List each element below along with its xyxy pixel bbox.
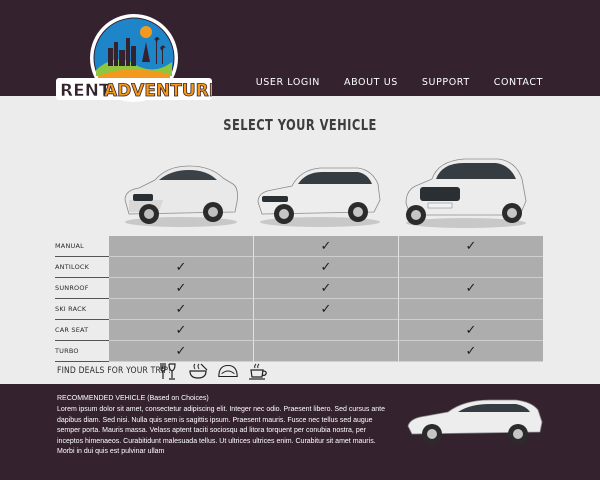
feature-cell[interactable] xyxy=(399,257,543,278)
table-row: SKI RACK ✓ ✓ xyxy=(55,299,544,320)
feature-cell[interactable]: ✓ xyxy=(109,341,254,362)
feature-label: SKI RACK xyxy=(55,299,109,320)
feature-cell[interactable] xyxy=(254,341,399,362)
feature-cell[interactable]: ✓ xyxy=(399,341,543,362)
feature-cell[interactable]: ✓ xyxy=(254,257,399,278)
feature-cell[interactable] xyxy=(399,299,543,320)
feature-cell[interactable]: ✓ xyxy=(254,236,399,257)
table-row: SUNROOF ✓ ✓ ✓ xyxy=(55,278,544,299)
feature-label: CAR SEAT xyxy=(55,320,109,341)
feature-cell[interactable] xyxy=(254,320,399,341)
vehicle-option-1[interactable] xyxy=(119,156,241,230)
feature-cell[interactable] xyxy=(109,236,254,257)
svg-text:ADVENTURE: ADVENTURE xyxy=(104,81,212,101)
table-row: MANUAL ✓ ✓ xyxy=(55,236,544,257)
soup-bowl-icon[interactable] xyxy=(187,362,209,380)
page-title: SELECT YOUR VEHICLE xyxy=(223,116,377,134)
feature-cell[interactable]: ✓ xyxy=(109,278,254,299)
feature-label: SUNROOF xyxy=(55,278,109,299)
table-row: TURBO ✓ ✓ xyxy=(55,341,544,362)
feature-cell[interactable]: ✓ xyxy=(254,299,399,320)
deals-label: FIND DEALS FOR YOUR TRIP! xyxy=(57,366,172,376)
table-row: ANTILOCK BRAKES ✓ ✓ xyxy=(55,257,544,292)
nav-support[interactable]: SUPPORT xyxy=(422,77,470,88)
feature-comparison-table: MANUAL ✓ ✓ ANTILOCK BRAKES ✓ ✓ SUNROOF ✓… xyxy=(55,236,544,362)
feature-cell[interactable]: ✓ xyxy=(399,278,543,299)
nav-contact[interactable]: CONTACT xyxy=(494,77,543,88)
nav-user-login[interactable]: USER LOGIN xyxy=(256,77,320,88)
main-nav: USER LOGIN ABOUT US SUPPORT CONTACT xyxy=(256,77,543,88)
feature-cell[interactable]: ✓ xyxy=(399,236,543,257)
feature-cell[interactable]: ✓ xyxy=(254,278,399,299)
taco-icon[interactable] xyxy=(217,362,239,380)
feature-label: MANUAL xyxy=(55,236,109,257)
trip-deals: FIND DEALS FOR YOUR TRIP! xyxy=(57,362,269,380)
recommended-description: Lorem ipsum dolor sit amet, consectetur … xyxy=(57,406,386,455)
feature-label: ANTILOCK BRAKES xyxy=(55,257,109,292)
table-row: CAR SEAT ✓ ✓ xyxy=(55,320,544,341)
feature-cell[interactable]: ✓ xyxy=(109,320,254,341)
recommended-title: RECOMMENDED VEHICLE (Based on Choices) xyxy=(57,395,209,402)
coffee-cup-icon[interactable] xyxy=(247,362,269,380)
rent-adventure-logo[interactable]: RENT ADVENTURE xyxy=(56,12,212,104)
feature-cell[interactable]: ✓ xyxy=(109,257,254,278)
feature-cell[interactable]: ✓ xyxy=(399,320,543,341)
vehicle-option-2[interactable] xyxy=(254,156,384,230)
feature-cell[interactable]: ✓ xyxy=(109,299,254,320)
feature-label: TURBO xyxy=(55,341,109,362)
recommended-vehicle-image[interactable] xyxy=(404,396,546,448)
nav-about-us[interactable]: ABOUT US xyxy=(344,77,398,88)
vehicle-option-3[interactable] xyxy=(402,153,528,230)
